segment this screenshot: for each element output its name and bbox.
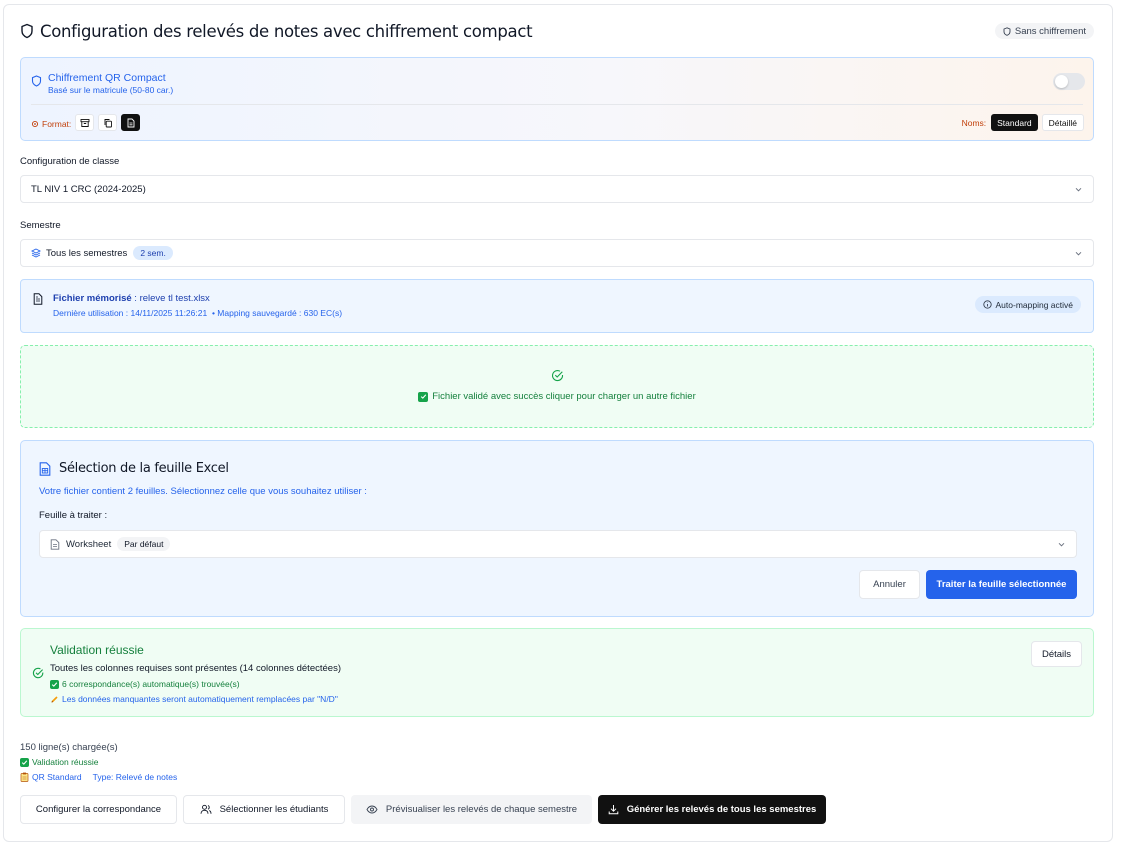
badge-label: Sans chiffrement [1014,25,1086,37]
dropzone-message: Fichier validé avec succès cliquer pour … [21,391,1093,402]
document-icon [127,118,134,127]
format-document-button[interactable] [121,114,140,131]
archive-icon [80,118,89,127]
settings-icon [31,120,39,128]
memorized-file-line: Fichier mémorisé : releve tl test.xlsx [53,293,210,304]
layers-icon [31,248,41,258]
sheet-select[interactable]: Worksheet Par défaut [39,530,1077,558]
checkbox-checked-icon [50,679,59,689]
divider [31,104,1083,105]
qr-subtitle: Basé sur le matricule (50-80 car.) [48,85,174,95]
class-config-select[interactable]: TL NIV 1 CRC (2024-2025) [20,175,1094,203]
validation-title: Validation réussie [50,643,144,657]
pencil-icon [51,695,58,702]
validation-mapping-message: 6 correspondance(s) automatique(s) trouv… [50,679,240,689]
memorized-file-panel: Fichier mémorisé : releve tl test.xlsx D… [20,279,1094,333]
generate-transcripts-button[interactable]: Générer les relevés de tous les semestre… [598,795,826,824]
process-sheet-button[interactable]: Traiter la feuille sélectionnée [926,570,1077,599]
shield-icon [21,23,33,39]
validation-columns-message: Toutes les colonnes requises sont présen… [50,663,341,674]
users-icon [200,804,212,814]
memorized-file-meta: Dernière utilisation : 14/11/2025 11:26:… [53,308,343,318]
shield-icon [31,75,42,87]
sheet-select-label: Feuille à traiter : [39,510,108,521]
qr-title: Chiffrement QR Compact [48,72,166,84]
copy-icon [104,118,112,127]
semester-count-badge: 2 sem. [133,246,173,260]
chevron-down-icon [1075,187,1082,192]
excel-sheet-selection-panel: Sélection de la feuille Excel Votre fich… [20,440,1094,617]
format-archive-button[interactable] [75,114,94,131]
file-icon [50,538,60,550]
validation-result-panel: Validation réussie Toutes les colonnes r… [20,628,1094,717]
sheet-select-value: Worksheet [66,538,112,550]
chevron-down-icon [1075,251,1082,256]
select-students-button[interactable]: Sélectionner les étudiants [183,795,345,824]
noms-detailed-button[interactable]: Détaillé [1041,114,1084,131]
format-copy-button[interactable] [98,114,117,131]
check-circle-icon [551,370,564,382]
check-circle-icon [32,667,44,679]
default-sheet-badge: Par défaut [117,537,171,551]
cancel-button[interactable]: Annuler [859,570,920,599]
summary-validation-status: Validation réussie [20,757,98,767]
encryption-status-badge: Sans chiffrement [994,23,1094,39]
spreadsheet-file-icon [39,462,51,476]
class-config-label: Configuration de classe [20,156,120,167]
checkbox-checked-icon [418,391,429,402]
semester-value: Tous les semestres [46,247,128,259]
sheet-panel-title: Sélection de la feuille Excel [59,461,229,476]
page-title: Configuration des relevés de notes avec … [40,22,533,41]
format-label: Format: [31,119,71,129]
class-config-value: TL NIV 1 CRC (2024-2025) [31,183,146,195]
rows-loaded-text: 150 ligne(s) chargée(s) [20,742,118,753]
clipboard-icon [20,772,29,782]
configure-mapping-button[interactable]: Configurer la correspondance [20,795,177,824]
format-button-group [75,114,140,131]
summary-qr-type: QR Standard Type: Relevé de notes [20,772,177,782]
qr-encryption-toggle[interactable] [1053,73,1085,90]
semester-label: Semestre [20,220,61,231]
chevron-down-icon [1058,542,1065,547]
file-icon [33,293,43,305]
file-upload-dropzone[interactable]: Fichier validé avec succès cliquer pour … [20,345,1094,428]
eye-icon [366,805,378,814]
details-button[interactable]: Détails [1031,641,1082,667]
sheet-panel-description: Votre fichier contient 2 feuilles. Sélec… [39,486,367,497]
noms-label: Noms: [961,117,987,128]
auto-mapping-badge: Auto-mapping activé [974,296,1081,313]
shield-icon [1003,26,1011,36]
qr-encryption-panel: Chiffrement QR Compact Basé sur le matri… [20,57,1094,141]
toggle-knob [1055,75,1068,88]
download-icon [608,805,619,815]
info-icon [982,300,992,309]
validation-missing-data-message: Les données manquantes seront automatiqu… [50,694,338,704]
noms-standard-button[interactable]: Standard [991,114,1038,131]
checkbox-checked-icon [20,757,29,767]
action-bar: Configurer la correspondance Sélectionne… [20,795,826,824]
preview-transcripts-button[interactable]: Prévisualiser les relevés de chaque seme… [351,795,592,824]
names-format-selector: Noms: Standard Détaillé [962,114,1084,131]
semester-select[interactable]: Tous les semestres 2 sem. [20,239,1094,267]
